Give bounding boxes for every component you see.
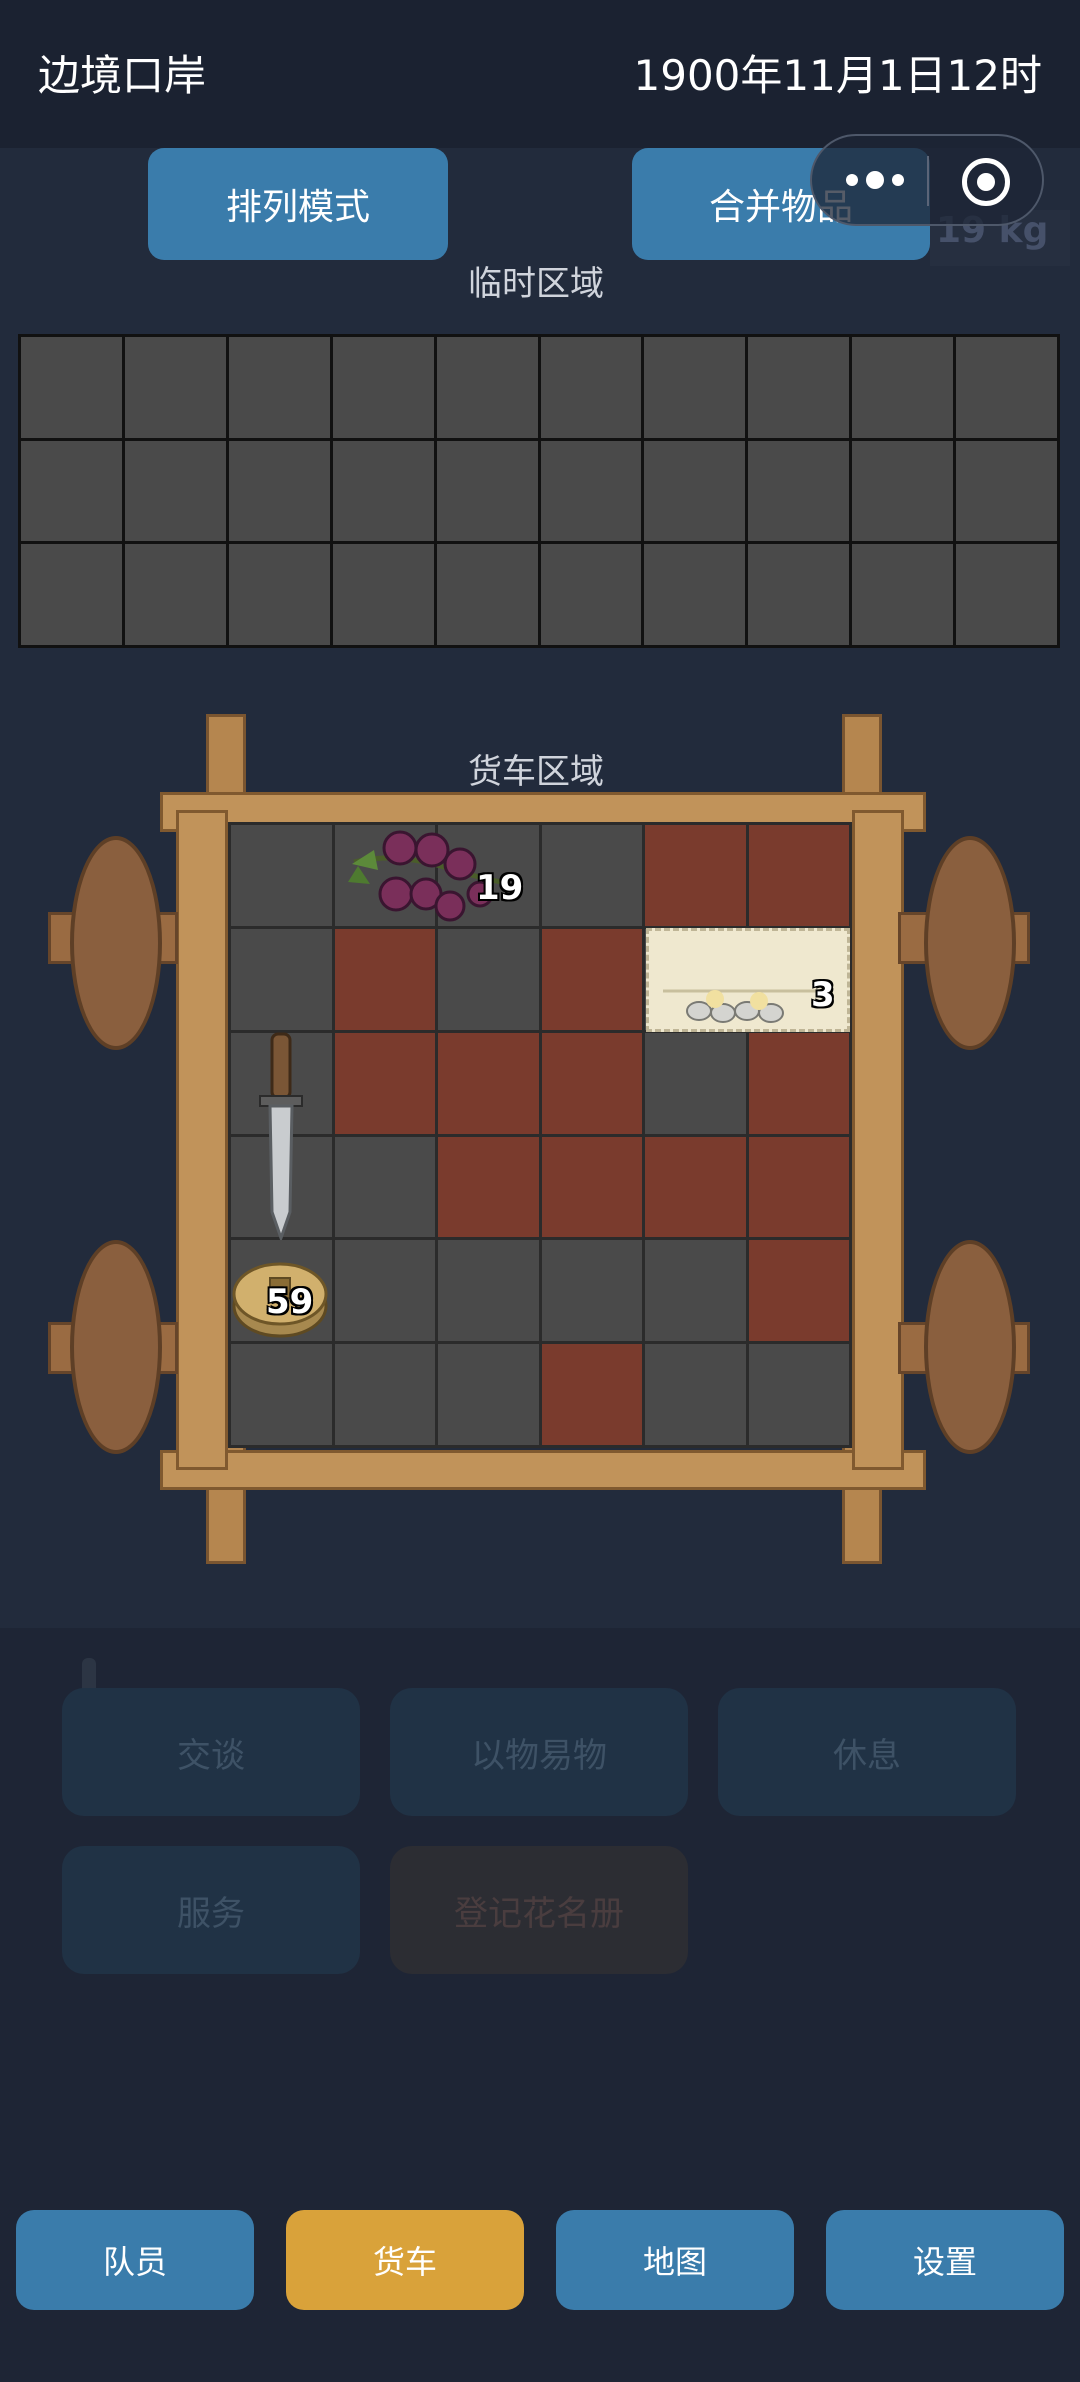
temp-area-grid [18, 334, 1060, 648]
temp-slot[interactable] [956, 440, 1057, 542]
sort-mode-button[interactable]: 排列模式 [148, 148, 448, 260]
temp-slot[interactable] [436, 544, 538, 645]
temp-slot[interactable] [21, 440, 122, 542]
cargo-slot[interactable] [334, 1240, 435, 1342]
temp-slot[interactable] [644, 440, 746, 542]
temp-slot[interactable] [852, 440, 954, 542]
coins-item[interactable]: 59 [230, 1242, 334, 1346]
nav-settings-button[interactable]: 设置 [826, 2210, 1064, 2310]
cargo-slot-blocked [438, 1032, 539, 1134]
temp-slot[interactable] [124, 337, 226, 438]
temp-slot[interactable] [228, 440, 330, 542]
cargo-slot[interactable] [334, 1344, 435, 1445]
nav-truck-button[interactable]: 货车 [286, 2210, 524, 2310]
temp-slot[interactable] [748, 337, 850, 438]
cargo-slot-blocked [438, 1136, 539, 1238]
temp-slot[interactable] [748, 544, 850, 645]
temp-slot[interactable] [956, 544, 1057, 645]
temp-slot[interactable] [540, 544, 642, 645]
cargo-slot[interactable] [438, 1240, 539, 1342]
temp-slot[interactable] [124, 544, 226, 645]
temp-slot[interactable] [332, 544, 434, 645]
game-datetime: 1900年11月1日12时 [633, 51, 1043, 100]
barter-button[interactable]: 以物易物 [390, 1688, 688, 1816]
cargo-slot[interactable] [334, 1136, 435, 1238]
temp-slot[interactable] [436, 337, 538, 438]
temp-slot[interactable] [540, 440, 642, 542]
cargo-slot-blocked [645, 1136, 746, 1238]
coins-count: 59 [266, 1282, 314, 1322]
cargo-slot[interactable] [438, 1344, 539, 1445]
temp-slot[interactable] [748, 440, 850, 542]
cargo-slot[interactable] [231, 1344, 332, 1445]
cargo-slot-blocked [541, 1032, 642, 1134]
blackberry-item[interactable]: 19 [334, 822, 542, 926]
temp-slot[interactable] [21, 544, 122, 645]
temp-area-label: 临时区域 [468, 264, 604, 304]
bandage-count: 3 [811, 975, 835, 1015]
cargo-slot-blocked [334, 1032, 435, 1134]
knife-icon [259, 1032, 303, 1243]
register-roster-button[interactable]: 登记花名册 [390, 1846, 688, 1974]
nav-map-button[interactable]: 地图 [556, 2210, 794, 2310]
blackberry-count: 19 [476, 868, 524, 908]
temp-slot[interactable] [228, 544, 330, 645]
cargo-slot[interactable] [438, 928, 539, 1030]
cargo-slot-blocked [748, 1240, 849, 1342]
location-title: 边境口岸 [38, 51, 207, 100]
more-options-icon[interactable] [840, 160, 910, 200]
cargo-slot[interactable] [541, 1240, 642, 1342]
cargo-slot[interactable] [645, 1032, 746, 1134]
cargo-slot[interactable] [645, 1344, 746, 1445]
truck-area-label: 货车区域 [468, 752, 604, 792]
talk-button[interactable]: 交谈 [62, 1688, 360, 1816]
cargo-slot-blocked [541, 928, 642, 1030]
nav-crew-button[interactable]: 队员 [16, 2210, 254, 2310]
temp-slot[interactable] [228, 337, 330, 438]
cargo-slot-blocked [748, 1032, 849, 1134]
temp-slot[interactable] [852, 544, 954, 645]
temp-slot[interactable] [436, 440, 538, 542]
temp-slot[interactable] [644, 544, 746, 645]
close-miniprogram-icon[interactable] [962, 158, 1010, 206]
temp-slot[interactable] [852, 337, 954, 438]
capsule-divider [927, 156, 929, 206]
service-button[interactable]: 服务 [62, 1846, 360, 1974]
cargo-slot-blocked [541, 1344, 642, 1445]
temp-slot[interactable] [332, 440, 434, 542]
cargo-slot-blocked [748, 825, 849, 926]
cargo-slot-blocked [645, 825, 746, 926]
temp-slot[interactable] [21, 337, 122, 438]
rest-button[interactable]: 休息 [718, 1688, 1016, 1816]
cargo-slot-blocked [748, 1136, 849, 1238]
cargo-slot-blocked [541, 1136, 642, 1238]
temp-slot[interactable] [332, 337, 434, 438]
knife-item[interactable] [230, 1032, 334, 1243]
temp-slot[interactable] [644, 337, 746, 438]
temp-slot[interactable] [956, 337, 1057, 438]
cargo-slot[interactable] [748, 1344, 849, 1445]
cargo-slot[interactable] [541, 825, 642, 926]
temp-slot[interactable] [124, 440, 226, 542]
cargo-slot[interactable] [231, 825, 332, 926]
bandage-item[interactable]: 3 [646, 928, 850, 1032]
temp-slot[interactable] [540, 337, 642, 438]
cargo-slot[interactable] [645, 1240, 746, 1342]
cargo-slot-blocked [334, 928, 435, 1030]
cargo-slot[interactable] [231, 928, 332, 1030]
miniprogram-capsule [810, 134, 1044, 226]
